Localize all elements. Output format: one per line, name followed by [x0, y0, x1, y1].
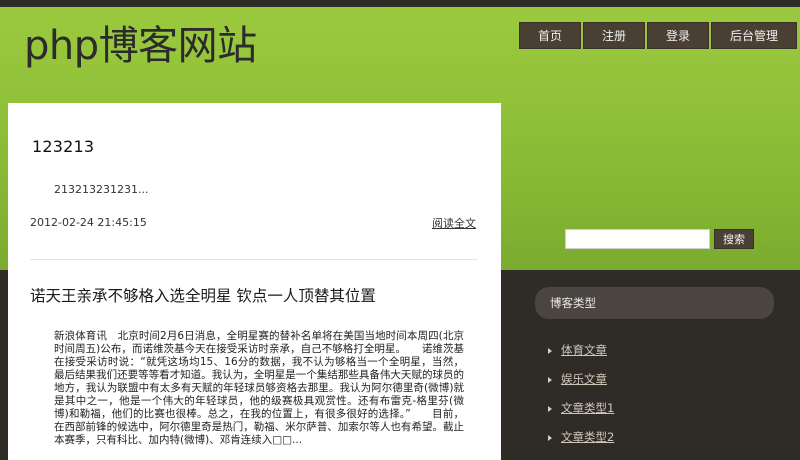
top-strip: [0, 0, 800, 7]
bullet-arrow-icon: [548, 434, 553, 441]
search-button[interactable]: 搜索: [714, 229, 754, 249]
category-link-entertainment[interactable]: 娱乐文章: [561, 371, 607, 387]
post-title[interactable]: 诺天王亲承不够格入选全明星 钦点一人顶替其位置: [30, 284, 376, 306]
category-link-type1[interactable]: 文章类型1: [561, 400, 614, 416]
bullet-arrow-icon: [548, 405, 553, 412]
bullet-arrow-icon: [548, 347, 553, 354]
category-item: 体育文章: [548, 342, 607, 358]
post-title[interactable]: 123213: [32, 137, 94, 156]
category-link-type2[interactable]: 文章类型2: [561, 429, 614, 445]
post-excerpt: 213213231231...: [54, 183, 149, 196]
nav-admin[interactable]: 后台管理: [711, 22, 797, 49]
post-body: 新浪体育讯 北京时间2月6日消息，全明星赛的替补名单将在美国当地时间本周四(北京…: [54, 330, 464, 446]
category-item: 文章类型2: [548, 429, 614, 445]
read-more-link[interactable]: 阅读全文: [432, 215, 476, 231]
content-panel: 123213 213213231231... 2012-02-24 21:45:…: [8, 103, 501, 460]
search-input[interactable]: [565, 229, 710, 249]
search-bar: 搜索: [565, 229, 754, 249]
nav-register[interactable]: 注册: [583, 22, 645, 49]
nav-home[interactable]: 首页: [519, 22, 581, 49]
post-divider: [30, 259, 478, 260]
category-link-sports[interactable]: 体育文章: [561, 342, 607, 358]
site-title: php博客网站: [24, 23, 257, 69]
sidebar-header: 博客类型: [535, 287, 774, 319]
nav-login[interactable]: 登录: [647, 22, 709, 49]
post-date: 2012-02-24 21:45:15: [30, 216, 147, 229]
category-item: 娱乐文章: [548, 371, 607, 387]
main-nav: 首页 注册 登录 后台管理: [519, 22, 797, 49]
category-item: 文章类型1: [548, 400, 614, 416]
bullet-arrow-icon: [548, 376, 553, 383]
